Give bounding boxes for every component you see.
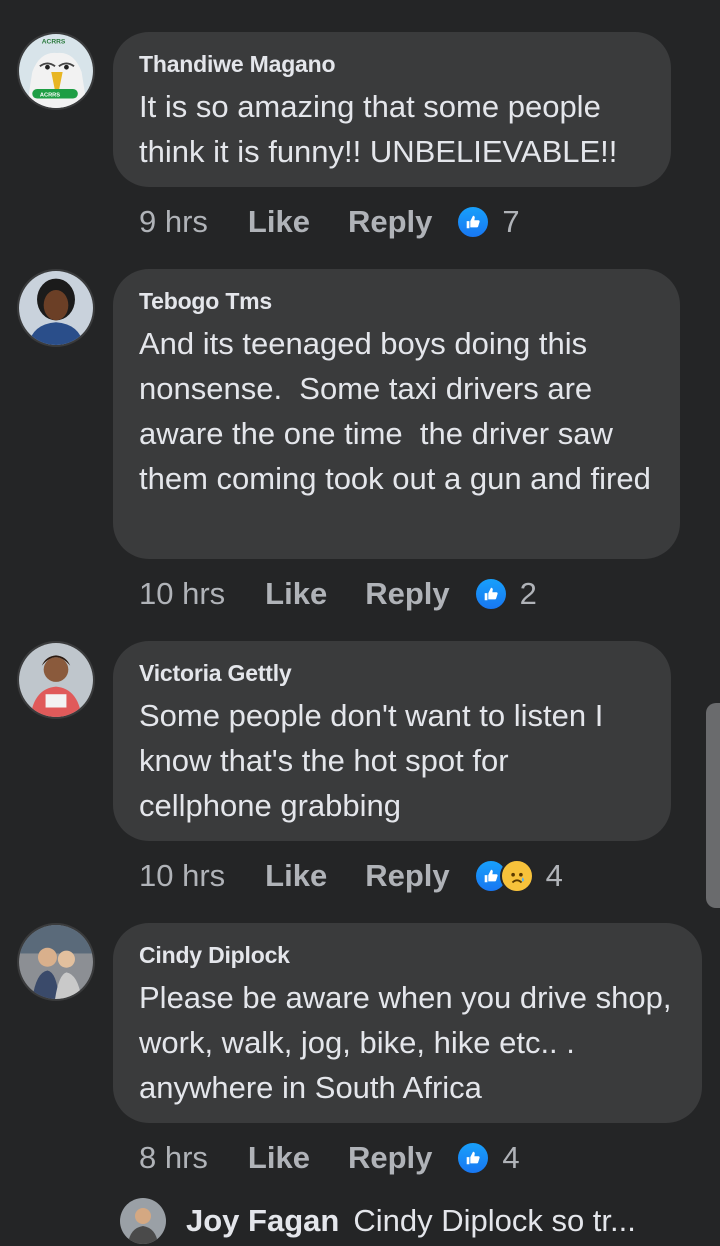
like-icon [456, 205, 491, 239]
avatar[interactable] [17, 641, 95, 719]
avatar-logo-text: ACRRS [42, 38, 66, 45]
reply-author[interactable]: Joy Fagan [186, 1203, 339, 1239]
comment-bubble[interactable]: Victoria Gettly Some people don't want t… [113, 641, 671, 841]
reply-button[interactable]: Reply [365, 858, 449, 894]
avatar[interactable] [17, 923, 95, 1001]
scrollbar-handle[interactable] [706, 703, 720, 908]
reaction-count: 4 [502, 1140, 520, 1175]
reply-button[interactable]: Reply [348, 204, 432, 240]
reaction-count: 4 [545, 858, 563, 893]
comment-timestamp[interactable]: 9 hrs [139, 204, 208, 240]
comment-bubble[interactable]: Thandiwe Magano It is so amazing that so… [113, 32, 671, 187]
comment-text: Please be aware when you drive shop, wor… [139, 980, 681, 1105]
like-button[interactable]: Like [265, 576, 327, 612]
reply-button[interactable]: Reply [348, 1140, 432, 1176]
comment-timestamp[interactable]: 10 hrs [139, 576, 225, 612]
comment-actions: 10 hrs Like Reply 2 [139, 574, 537, 614]
reply-preview[interactable]: Joy Fagan Cindy Diplock so tr... [120, 1196, 636, 1246]
comment-author[interactable]: Tebogo Tms [139, 287, 654, 315]
like-button[interactable]: Like [248, 204, 310, 240]
sad-icon [499, 859, 534, 893]
comment-bubble[interactable]: Tebogo Tms And its teenaged boys doing t… [113, 269, 680, 559]
reaction-count: 7 [502, 204, 520, 239]
comment-actions: 10 hrs Like Reply 4 [139, 856, 563, 896]
avatar[interactable] [17, 269, 95, 347]
comment-timestamp[interactable]: 10 hrs [139, 858, 225, 894]
reply-button[interactable]: Reply [365, 576, 449, 612]
comment-text: Some people don't want to listen I know … [139, 698, 612, 823]
reaction-summary[interactable]: 7 [456, 204, 520, 240]
reaction-summary[interactable]: 4 [456, 1140, 520, 1176]
avatar[interactable] [120, 1198, 166, 1244]
comment-actions: 9 hrs Like Reply 7 [139, 202, 520, 242]
comment-author[interactable]: Victoria Gettly [139, 659, 645, 687]
reply-text: Cindy Diplock so tr... [353, 1203, 636, 1238]
comment-actions: 8 hrs Like Reply 4 [139, 1138, 520, 1178]
like-button[interactable]: Like [248, 1140, 310, 1176]
avatar-badge-text: ACRRS [40, 93, 60, 99]
avatar[interactable]: ACRRS ACRRS [17, 32, 95, 110]
like-icon [473, 577, 508, 611]
like-icon [456, 1141, 491, 1175]
reaction-count: 2 [519, 576, 537, 611]
comment-author[interactable]: Thandiwe Magano [139, 50, 645, 78]
comment-author[interactable]: Cindy Diplock [139, 941, 676, 969]
comment-bubble[interactable]: Cindy Diplock Please be aware when you d… [113, 923, 702, 1123]
reaction-summary[interactable]: 2 [473, 576, 537, 612]
comment-timestamp[interactable]: 8 hrs [139, 1140, 208, 1176]
comment-text: It is so amazing that some people think … [139, 89, 618, 169]
reaction-summary[interactable]: 4 [473, 858, 563, 894]
like-button[interactable]: Like [265, 858, 327, 894]
comment-text: And its teenaged boys doing this nonsens… [139, 326, 651, 496]
